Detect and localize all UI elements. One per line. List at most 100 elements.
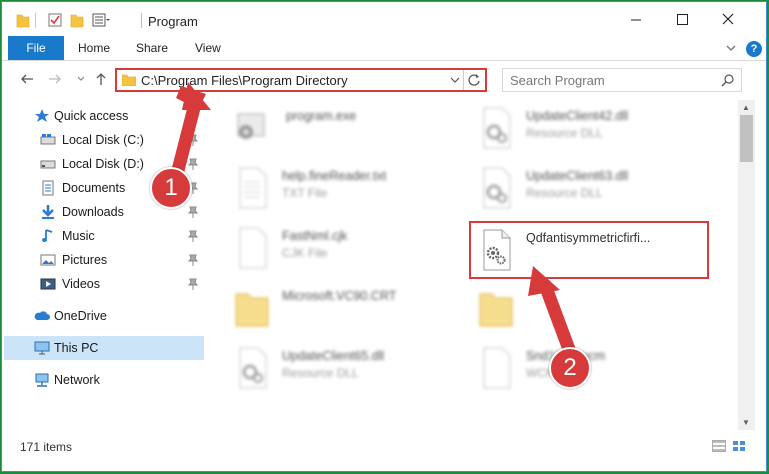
scroll-up-icon[interactable]: ▲ bbox=[742, 103, 750, 112]
file-name: help.fineReader.txt bbox=[282, 169, 387, 183]
close-icon bbox=[722, 13, 734, 25]
file-type: Resource DLL bbox=[526, 186, 603, 200]
star-icon bbox=[35, 109, 49, 122]
chevron-down-icon bbox=[77, 76, 85, 81]
pictures-icon bbox=[40, 254, 56, 266]
file-type: Resource DLL bbox=[526, 126, 603, 140]
recent-locations-button[interactable] bbox=[72, 69, 90, 89]
nav-label: Network bbox=[54, 373, 100, 387]
help-button[interactable]: ? bbox=[746, 41, 762, 57]
vertical-scrollbar[interactable]: ▲ ▼ bbox=[738, 100, 755, 430]
scroll-thumb[interactable] bbox=[740, 115, 753, 162]
nav-item-local-disk-c[interactable]: Local Disk (C:) bbox=[2, 128, 202, 152]
title-bar: Program bbox=[2, 2, 766, 36]
nav-item-videos[interactable]: Videos bbox=[2, 272, 202, 296]
expand-ribbon-icon[interactable] bbox=[724, 41, 738, 55]
pin-icon bbox=[188, 254, 198, 266]
maximize-icon bbox=[676, 13, 688, 25]
file-item[interactable]: Microsoft.VC90.CRT bbox=[234, 282, 474, 338]
documents-icon bbox=[42, 180, 54, 196]
address-path: C:\Program Files\Program Directory bbox=[141, 73, 348, 88]
file-item[interactable]: UpdateClient42.dll Resource DLL bbox=[478, 102, 718, 158]
file-item[interactable]: FastNml.cjk CJK File bbox=[234, 222, 474, 278]
maximize-button[interactable] bbox=[659, 2, 705, 36]
download-icon bbox=[42, 205, 54, 219]
address-history-chevron-icon[interactable] bbox=[450, 73, 460, 87]
file-item[interactable]: help.fineReader.txt TXT File bbox=[234, 162, 474, 218]
up-button[interactable] bbox=[92, 69, 110, 89]
music-icon bbox=[42, 229, 53, 242]
ribbon: File Home Share View ? bbox=[2, 36, 766, 61]
search-box[interactable]: Search Program bbox=[502, 68, 742, 92]
close-button[interactable] bbox=[705, 2, 751, 36]
nav-label: Videos bbox=[62, 277, 100, 291]
nav-item-onedrive[interactable]: OneDrive bbox=[2, 304, 202, 328]
search-placeholder: Search Program bbox=[510, 73, 605, 88]
file-item[interactable]: Snd1032.wcm WCM File bbox=[478, 342, 718, 398]
tab-share-label: Share bbox=[136, 41, 169, 55]
forward-arrow-icon bbox=[49, 74, 61, 84]
blank-file-icon bbox=[483, 347, 511, 389]
nav-item-quick-access[interactable]: Quick access bbox=[2, 104, 202, 128]
nav-label: Documents bbox=[62, 181, 126, 195]
target-file-highlight bbox=[469, 221, 709, 279]
nav-item-this-pc[interactable]: This PC bbox=[4, 336, 204, 360]
tab-view[interactable]: View bbox=[195, 36, 221, 60]
tab-home[interactable]: Home bbox=[78, 36, 110, 60]
address-bar[interactable]: C:\Program Files\Program Directory bbox=[115, 68, 487, 92]
up-arrow-icon bbox=[96, 73, 106, 85]
item-count: 171 items bbox=[20, 440, 73, 454]
window-title: Program bbox=[148, 14, 198, 29]
network-icon bbox=[35, 373, 49, 387]
pin-icon bbox=[188, 158, 198, 170]
folder-icon bbox=[122, 74, 136, 86]
folder-icon bbox=[16, 14, 30, 28]
title-separator bbox=[141, 13, 142, 28]
forward-button[interactable] bbox=[46, 69, 64, 89]
pin-icon bbox=[188, 206, 198, 218]
drive-icon bbox=[40, 134, 56, 145]
properties-icon[interactable] bbox=[47, 12, 63, 28]
minimize-icon bbox=[630, 19, 641, 20]
pin-icon bbox=[188, 134, 198, 146]
back-arrow-icon bbox=[21, 74, 33, 84]
nav-label: Music bbox=[62, 229, 95, 243]
minimize-button[interactable] bbox=[613, 2, 659, 36]
file-type: TXT File bbox=[282, 186, 328, 200]
file-item[interactable]: UpdateClient63.dll Resource DLL bbox=[478, 162, 718, 218]
back-button[interactable] bbox=[18, 69, 36, 89]
nav-item-network[interactable]: Network bbox=[2, 368, 202, 392]
text-file-icon bbox=[239, 167, 267, 209]
step-2-badge: 2 bbox=[549, 347, 591, 389]
large-icons-view-icon[interactable] bbox=[732, 440, 746, 452]
tab-file-label: File bbox=[26, 41, 46, 55]
cloud-icon bbox=[34, 311, 50, 320]
tab-file[interactable]: File bbox=[8, 36, 64, 60]
folder-icon bbox=[235, 293, 269, 327]
file-name: program.exe bbox=[286, 109, 357, 123]
nav-item-music[interactable]: Music bbox=[2, 224, 202, 248]
videos-icon bbox=[40, 278, 56, 290]
address-divider bbox=[463, 70, 464, 90]
nav-label: Local Disk (C:) bbox=[62, 133, 144, 147]
file-item[interactable]: UpdateClient65.dll Resource DLL bbox=[234, 342, 474, 398]
file-name: FastNml.cjk bbox=[282, 229, 348, 243]
nav-item-pictures[interactable]: Pictures bbox=[2, 248, 202, 272]
pin-icon bbox=[188, 278, 198, 290]
blank-file-icon bbox=[239, 227, 267, 269]
new-folder-icon[interactable] bbox=[70, 12, 84, 28]
file-name: UpdateClient63.dll bbox=[526, 169, 629, 183]
dll-icon bbox=[483, 167, 511, 209]
dll-icon bbox=[239, 347, 267, 389]
file-item[interactable]: program.exe bbox=[234, 102, 474, 158]
file-name: UpdateClient65.dll bbox=[282, 349, 385, 363]
scroll-down-icon[interactable]: ▼ bbox=[742, 418, 750, 427]
file-item[interactable] bbox=[478, 282, 718, 338]
tab-share[interactable]: Share bbox=[136, 36, 168, 60]
nav-label: Local Disk (D:) bbox=[62, 157, 144, 171]
customize-toolbar-icon[interactable] bbox=[92, 12, 110, 28]
refresh-icon[interactable] bbox=[466, 72, 482, 88]
nav-label: Quick access bbox=[54, 109, 129, 123]
details-view-icon[interactable] bbox=[712, 440, 726, 452]
help-icon: ? bbox=[750, 43, 758, 55]
